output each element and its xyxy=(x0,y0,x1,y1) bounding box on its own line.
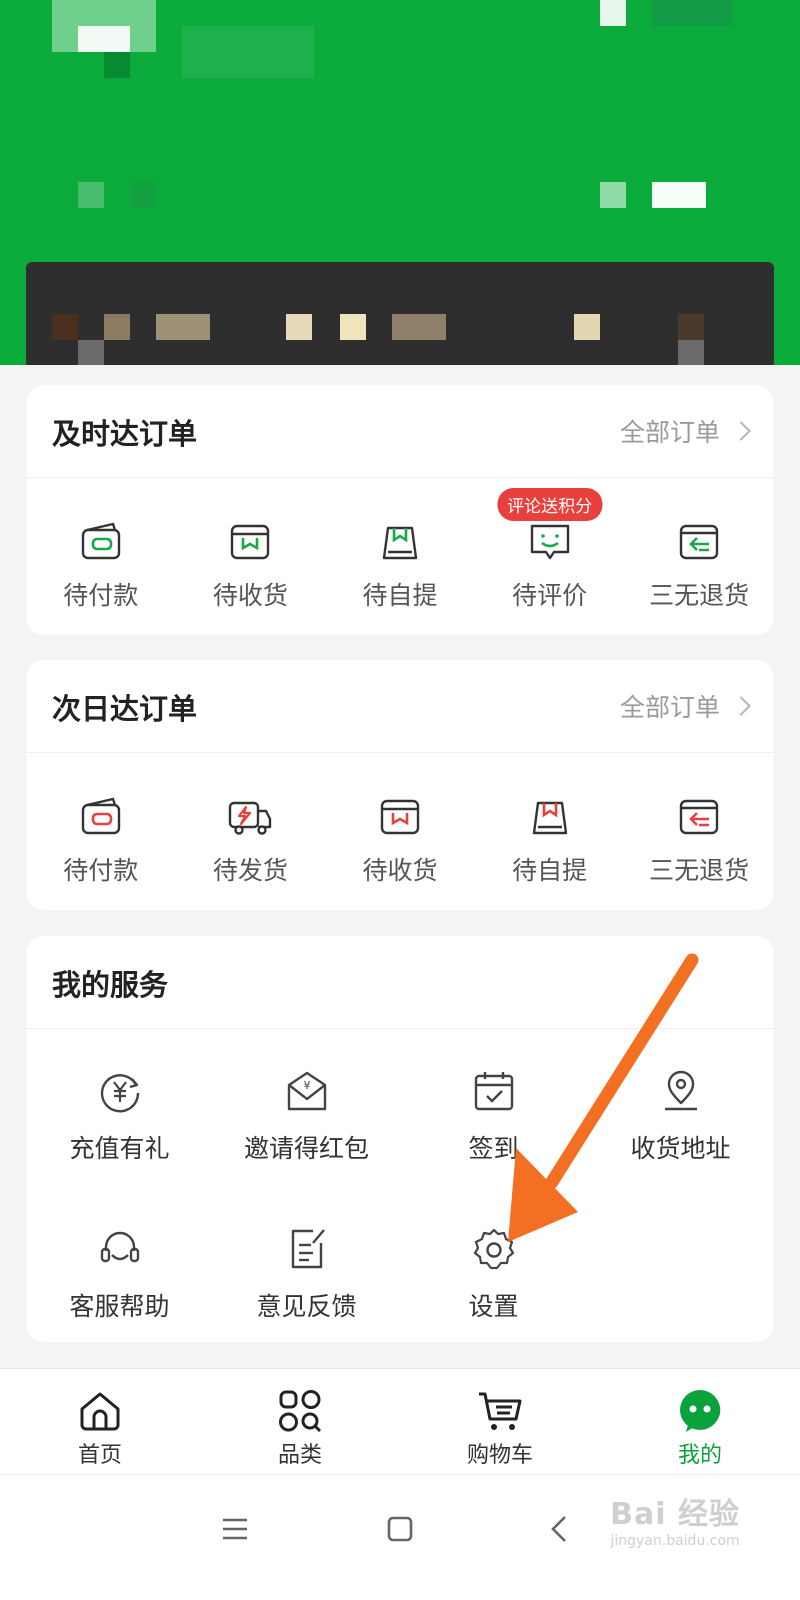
tab-cart[interactable]: 购物车 xyxy=(400,1369,600,1474)
bag-icon xyxy=(532,801,567,835)
service-feedback[interactable]: 意见反馈 xyxy=(213,1187,400,1345)
all-orders-label: 全部订单 xyxy=(619,693,720,722)
order-free-return[interactable]: 三无退货 xyxy=(624,478,774,635)
review-points-badge: 评论送积分 xyxy=(497,488,603,521)
return-icon xyxy=(679,524,719,560)
services-title: 我的服务 xyxy=(52,968,169,1002)
system-navigation-bar: Bai 经验 jingyan.baidu.com xyxy=(0,1474,800,1600)
nextday-all-orders-link[interactable]: 全部订单 xyxy=(619,688,751,724)
tab-label: 我的 xyxy=(677,1443,722,1468)
services-card: 我的服务 充值有礼 ¥ 邀请得红包 签到 收货地址 客服帮助 意见反馈 设置 xyxy=(26,936,774,1342)
home-icon xyxy=(80,1392,120,1431)
order-pending-payment[interactable]: 待付款 xyxy=(26,753,176,910)
service-customer-help[interactable]: 客服帮助 xyxy=(26,1187,213,1345)
all-orders-label: 全部订单 xyxy=(619,418,720,447)
review-icon xyxy=(530,524,569,560)
wallet-icon xyxy=(81,522,120,560)
service-label: 签到 xyxy=(468,1134,519,1163)
tab-label: 品类 xyxy=(277,1443,322,1468)
service-label: 设置 xyxy=(468,1292,519,1321)
nextday-orders-card: 次日达订单 全部订单 待付款 待发货 待收货 待自提 三无退货 xyxy=(26,660,774,910)
order-free-return[interactable]: 三无退货 xyxy=(624,753,774,910)
order-label: 待发货 xyxy=(212,856,288,885)
tab-home[interactable]: 首页 xyxy=(0,1369,200,1474)
tab-label: 首页 xyxy=(77,1443,122,1468)
calendar-icon xyxy=(474,1072,513,1111)
express-orders-card: 及时达订单 全部订单 待付款 待收货 待自提 评论送积分 待评价 三无退货 xyxy=(26,385,774,635)
return-icon xyxy=(679,799,719,835)
chevron-right-icon xyxy=(731,696,751,716)
feedback-icon xyxy=(291,1229,325,1269)
watermark-main: Bai 经验 xyxy=(610,1497,740,1532)
nextday-orders-header: 次日达订单 全部订单 xyxy=(26,660,774,753)
nextday-orders-title: 次日达订单 xyxy=(52,692,198,726)
headset-icon xyxy=(100,1231,139,1263)
order-to-review[interactable]: 评论送积分 待评价 xyxy=(475,478,625,635)
tab-category[interactable]: 品类 xyxy=(200,1369,400,1474)
vip-banner[interactable] xyxy=(26,262,774,365)
service-address[interactable]: 收货地址 xyxy=(587,1029,774,1187)
order-pending-payment[interactable]: 待付款 xyxy=(26,478,176,635)
cart-icon xyxy=(479,1392,522,1430)
service-label: 收货地址 xyxy=(630,1134,731,1163)
parcel-icon xyxy=(231,524,270,560)
red-envelope-icon: ¥ xyxy=(287,1071,326,1111)
order-label: 三无退货 xyxy=(649,856,750,885)
service-checkin[interactable]: 签到 xyxy=(400,1029,587,1187)
home-square-icon[interactable] xyxy=(380,1509,420,1549)
watermark-sub: jingyan.baidu.com xyxy=(610,1533,740,1549)
service-label: 客服帮助 xyxy=(69,1292,170,1321)
chevron-right-icon xyxy=(731,421,751,441)
menu-icon[interactable] xyxy=(215,1509,255,1549)
tab-profile[interactable]: 我的 xyxy=(600,1369,800,1474)
order-label: 待付款 xyxy=(63,856,139,885)
wallet-icon xyxy=(81,797,120,835)
truck-icon xyxy=(229,801,272,835)
profile-icon xyxy=(680,1390,721,1432)
order-label: 待自提 xyxy=(512,856,588,885)
order-label: 待自提 xyxy=(362,581,438,610)
category-icon xyxy=(279,1390,322,1433)
order-label: 待收货 xyxy=(362,856,438,885)
order-label: 待评价 xyxy=(512,581,588,610)
bottom-tab-bar: 首页 品类 购物车 我的 xyxy=(0,1368,800,1474)
tab-label: 购物车 xyxy=(466,1443,533,1468)
bag-icon xyxy=(382,526,418,560)
order-label: 待收货 xyxy=(212,581,288,610)
service-label: 意见反馈 xyxy=(256,1292,357,1321)
gear-icon xyxy=(473,1228,514,1270)
location-icon xyxy=(664,1070,697,1111)
express-all-orders-link[interactable]: 全部订单 xyxy=(619,413,751,449)
order-label: 三无退货 xyxy=(649,581,750,610)
parcel-icon xyxy=(380,799,420,835)
watermark: Bai 经验 jingyan.baidu.com xyxy=(610,1489,740,1549)
order-to-receive[interactable]: 待收货 xyxy=(176,478,326,635)
express-orders-header: 及时达订单 全部订单 xyxy=(26,385,774,478)
profile-header xyxy=(0,0,800,365)
order-self-pickup[interactable]: 待自提 xyxy=(475,753,625,910)
recharge-icon xyxy=(100,1074,139,1113)
service-settings[interactable]: 设置 xyxy=(400,1187,587,1345)
svg-text:¥: ¥ xyxy=(303,1079,310,1092)
services-header: 我的服务 xyxy=(26,936,774,1029)
express-orders-title: 及时达订单 xyxy=(52,417,198,451)
order-label: 待付款 xyxy=(63,581,139,610)
back-icon[interactable] xyxy=(540,1509,580,1549)
service-label: 邀请得红包 xyxy=(243,1134,369,1163)
order-to-receive[interactable]: 待收货 xyxy=(325,753,475,910)
service-label: 充值有礼 xyxy=(69,1134,170,1163)
service-invite[interactable]: ¥ 邀请得红包 xyxy=(213,1029,400,1187)
order-to-ship[interactable]: 待发货 xyxy=(176,753,326,910)
order-self-pickup[interactable]: 待自提 xyxy=(325,478,475,635)
service-recharge[interactable]: 充值有礼 xyxy=(26,1029,213,1187)
